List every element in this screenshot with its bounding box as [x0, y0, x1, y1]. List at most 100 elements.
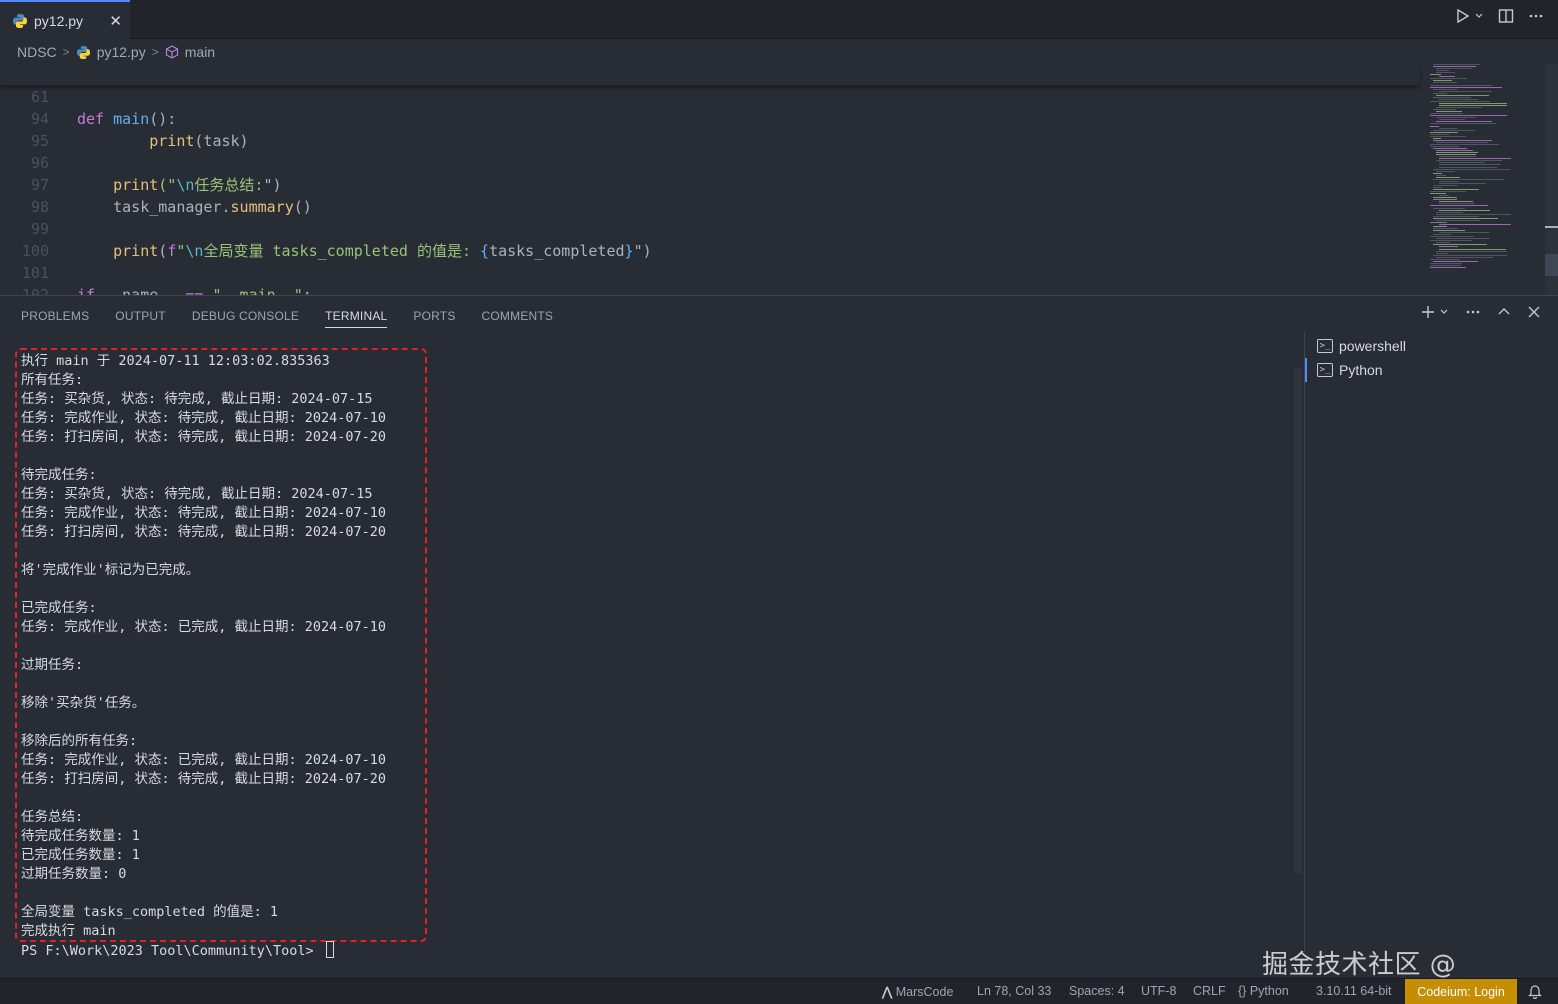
terminal-prompt-line[interactable]: PS F:\Work\2023 Tool\Community\Tool> — [21, 941, 1291, 960]
terminal-prompt: PS F:\Work\2023 Tool\Community\Tool> — [21, 943, 322, 959]
terminal-scrollbar[interactable] — [1294, 368, 1302, 873]
scrollbar-cursor-marker — [1545, 226, 1558, 228]
terminal-item-python[interactable]: >_ Python — [1305, 358, 1558, 382]
breadcrumb: NDSC > py12.py > main — [0, 40, 1558, 64]
minimap-line — [1436, 211, 1463, 213]
code-line[interactable]: 95 — [0, 108, 1420, 150]
terminal-line: 执行 main 于 2024-07-11 12:03:02.835363 — [21, 353, 330, 369]
code-line[interactable]: 101 if __name__ == "__main__": — [0, 240, 1420, 295]
breadcrumb-symbol[interactable]: main — [185, 44, 215, 60]
tab-problems[interactable]: PROBLEMS — [21, 309, 89, 328]
more-icon[interactable] — [1528, 8, 1544, 24]
minimap-line — [1433, 109, 1456, 111]
code-line[interactable]: 99 print(f"\n全局变量 tasks_completed 的值是: {… — [0, 196, 1420, 260]
minimap-line — [1430, 84, 1492, 86]
add-terminal-icon[interactable] — [1421, 305, 1435, 319]
tab-label: py12.py — [34, 12, 84, 29]
minimap-line — [1439, 158, 1511, 160]
status-codeium-login[interactable]: Codeium: Login — [1405, 979, 1517, 1004]
tab-debug-console[interactable]: DEBUG CONSOLE — [192, 309, 299, 328]
function-name: main — [113, 110, 150, 128]
close-icon[interactable]: ✕ — [109, 12, 122, 30]
tab-output[interactable]: OUTPUT — [115, 309, 166, 328]
terminal-line: 待完成任务数量: 1 — [21, 828, 140, 844]
more-icon[interactable] — [1465, 304, 1481, 320]
minimap-line — [1433, 168, 1510, 170]
chevron-down-icon[interactable] — [1439, 307, 1449, 317]
status-encoding[interactable]: UTF-8 — [1141, 984, 1176, 998]
terminal-line: 任务: 买杂货, 状态: 待完成, 截止日期: 2024-07-15 — [21, 391, 373, 407]
minimap-line — [1433, 225, 1447, 227]
minimap-line — [1436, 154, 1476, 156]
minimap-line — [1430, 143, 1499, 145]
tab-ports[interactable]: PORTS — [413, 309, 455, 328]
close-panel-icon[interactable] — [1527, 305, 1541, 319]
minimap-line — [1433, 215, 1479, 217]
minimap-line — [1433, 189, 1479, 191]
tab-comments[interactable]: COMMENTS — [482, 309, 554, 328]
minimap-line — [1433, 217, 1498, 219]
status-marscode[interactable]: ⋀ MarsCode — [882, 984, 953, 999]
terminal-output[interactable]: 执行 main 于 2024-07-11 12:03:02.835363 所有任务… — [21, 352, 1291, 960]
scrollbar-thumb[interactable] — [1545, 254, 1558, 276]
minimap-line — [1430, 131, 1458, 133]
bell-icon[interactable] — [1528, 984, 1542, 999]
minimap-line — [1433, 187, 1442, 188]
status-interpreter[interactable]: 3.10.11 64-bit — [1316, 984, 1392, 998]
code-line[interactable]: 96 print("\n任务总结:") — [0, 130, 1420, 194]
minimap-line — [1430, 125, 1439, 127]
terminal-item-powershell[interactable]: >_ powershell — [1305, 334, 1558, 358]
split-editor-icon[interactable] — [1498, 8, 1514, 24]
minimap-line — [1436, 70, 1449, 72]
minimap-line — [1433, 234, 1451, 236]
minimap-line — [1436, 174, 1446, 176]
braces-icon: {} — [1238, 984, 1247, 998]
minimap-line — [1436, 152, 1478, 154]
terminal-line: 过期任务数量: 0 — [21, 866, 127, 882]
status-cursor-position[interactable]: Ln 78, Col 33 — [977, 984, 1051, 998]
minimap-line — [1439, 209, 1490, 211]
minimap-line — [1439, 162, 1485, 164]
bottom-panel: PROBLEMS OUTPUT DEBUG CONSOLE TERMINAL P… — [0, 295, 1558, 978]
editor-scrollbar[interactable] — [1545, 64, 1558, 295]
editor-tab[interactable]: py12.py ✕ — [0, 0, 130, 39]
code-line[interactable]: 102 main() — [0, 262, 1420, 295]
run-icon[interactable] — [1456, 8, 1470, 24]
code-editor[interactable]: 61 def main(): 94 print(task) 95 96 prin… — [0, 64, 1558, 295]
code-line[interactable]: 97 task_manager.summary() — [0, 152, 1420, 216]
marscode-label: MarsCode — [895, 985, 954, 999]
minimap-line — [1439, 76, 1455, 78]
minimap-line — [1436, 213, 1511, 215]
minimap-line — [1433, 230, 1465, 232]
tab-terminal[interactable]: TERMINAL — [325, 309, 388, 328]
code-line[interactable]: 98 — [0, 174, 1420, 216]
status-eol[interactable]: CRLF — [1193, 984, 1226, 998]
minimap-line — [1433, 64, 1480, 65]
status-language[interactable]: {} Python — [1238, 984, 1289, 998]
minimap-line — [1433, 137, 1441, 139]
minimap[interactable] — [1426, 64, 1544, 274]
breadcrumb-file[interactable]: py12.py — [97, 44, 146, 60]
minimap-line — [1433, 92, 1447, 94]
minimap-line — [1430, 133, 1449, 135]
code-line[interactable]: 94 print(task) — [0, 86, 1420, 150]
minimap-line — [1433, 139, 1492, 141]
status-indentation[interactable]: Spaces: 4 — [1069, 984, 1125, 998]
maximize-panel-icon[interactable] — [1497, 305, 1511, 319]
breadcrumb-folder[interactable]: NDSC — [17, 44, 57, 60]
minimap-line — [1433, 197, 1457, 199]
minimap-line — [1430, 266, 1466, 268]
code-line[interactable]: 100 — [0, 218, 1420, 260]
terminal-icon: >_ — [1317, 363, 1333, 377]
minimap-line — [1439, 232, 1489, 234]
python-icon — [76, 45, 90, 59]
code-line[interactable]: 103 — [0, 284, 1420, 295]
chevron-down-icon[interactable] — [1474, 11, 1484, 21]
sticky-scroll-line[interactable]: 61 def main(): — [0, 64, 1420, 128]
minimap-line — [1436, 121, 1492, 123]
minimap-line — [1433, 228, 1458, 229]
minimap-line — [1439, 246, 1458, 248]
